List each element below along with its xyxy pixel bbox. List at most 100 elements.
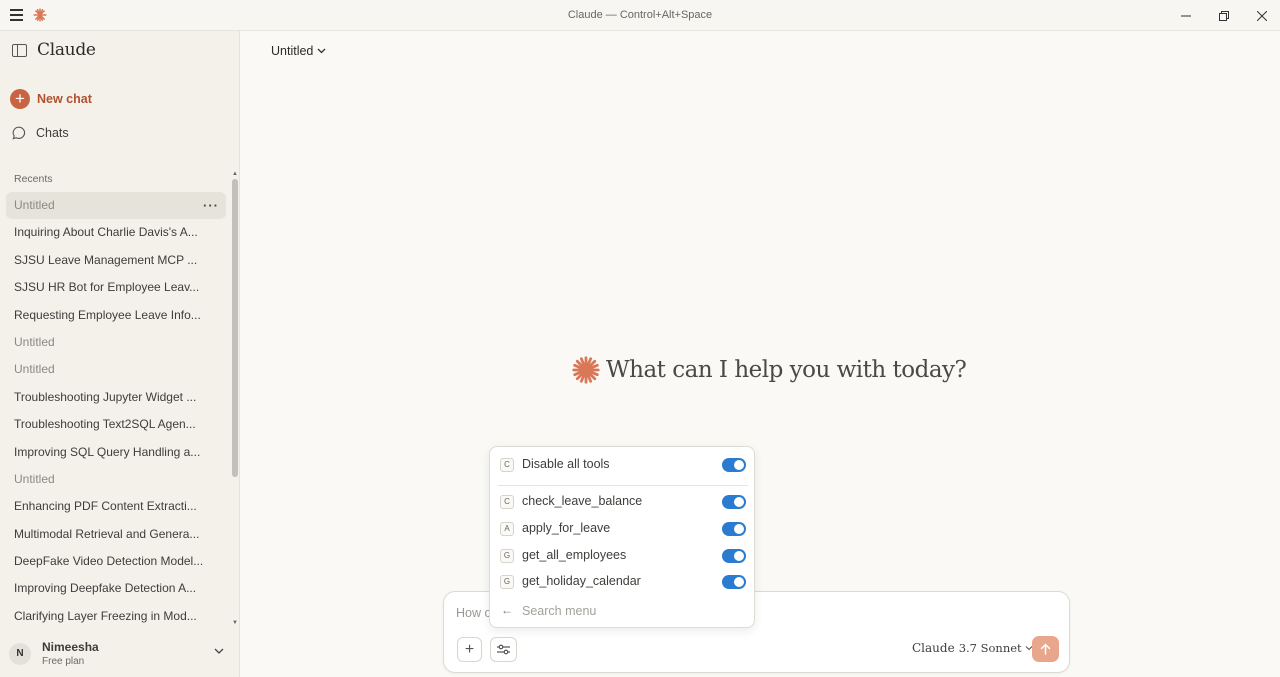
recent-chat-item[interactable]: Untitled ··· (6, 192, 226, 220)
tool-toggle[interactable] (722, 495, 746, 509)
recent-chat-item[interactable]: Inquiring About Charlie Davis's A... (6, 219, 226, 246)
recent-chat-item[interactable]: Improving SQL Query Handling a... (6, 439, 226, 466)
window-title: Claude — Control+Alt+Space (567, 9, 713, 21)
recent-chat-item[interactable]: Untitled (6, 329, 226, 356)
model-selector[interactable]: Claude 3.7 Sonnet (912, 641, 1033, 655)
search-menu-input[interactable] (522, 601, 742, 621)
tool-row[interactable]: Aapply_for_leave (490, 516, 756, 542)
conversation-title-dropdown[interactable]: Untitled (271, 44, 326, 58)
recent-chat-label: SJSU Leave Management MCP ... (14, 252, 198, 267)
back-arrow-icon[interactable]: ← (501, 603, 513, 617)
new-chat-label: New chat (37, 92, 92, 106)
recent-chat-label: Multimodal Retrieval and Genera... (14, 526, 200, 541)
recent-chat-label: Troubleshooting Text2SQL Agen... (14, 417, 196, 432)
close-button[interactable] (1242, 0, 1280, 31)
recent-chat-item[interactable]: Requesting Employee Leave Info... (6, 302, 226, 329)
tool-label: Disable all tools (522, 457, 610, 471)
recent-chat-label: Untitled (14, 362, 55, 377)
recent-chat-item[interactable]: Troubleshooting Jupyter Widget ... (6, 384, 226, 411)
recent-chat-label: DeepFake Video Detection Model... (14, 554, 204, 569)
plus-icon: + (464, 640, 475, 658)
scrollbar-thumb[interactable] (232, 179, 238, 477)
model-version: 3.7 Sonnet (958, 641, 1022, 655)
menu-divider (498, 485, 748, 486)
disable-all-tools-row[interactable]: C Disable all tools (490, 452, 756, 478)
recents-list: Untitled ··· Inquiring About Charlie Davis… (6, 192, 226, 627)
recent-chat-item[interactable]: Improving Deepfake Detection A... (6, 575, 226, 602)
sidebar-toggle-icon[interactable] (12, 44, 27, 57)
tools-menu: ← C Disable all tools Ccheck_leave_balance… (489, 446, 755, 628)
chevron-down-icon (317, 48, 326, 54)
recent-chat-label: Untitled (14, 334, 55, 349)
tool-source-badge: G (500, 575, 514, 589)
recent-chat-item[interactable]: Multimodal Retrieval and Genera... (6, 521, 226, 548)
tool-label: check_leave_balance (522, 494, 643, 508)
new-chat-button[interactable]: + New chat (10, 89, 92, 109)
tool-row[interactable]: Gget_all_employees (490, 543, 756, 569)
add-attachment-button[interactable]: + (457, 637, 482, 662)
tools-settings-button[interactable] (490, 637, 517, 662)
recent-chat-label: Enhancing PDF Content Extracti... (14, 499, 197, 514)
tool-toggle[interactable] (722, 549, 746, 563)
title-bar: Claude — Control+Alt+Space (0, 0, 1280, 31)
close-icon (1257, 10, 1267, 21)
recent-chat-item[interactable]: SJSU Leave Management MCP ... (6, 247, 226, 274)
minimize-icon (1181, 15, 1191, 16)
claude-spark-icon (572, 356, 600, 384)
recent-chat-item[interactable]: Untitled (6, 356, 226, 383)
more-options-icon[interactable]: ··· (203, 192, 219, 219)
menu-search-row: ← (490, 599, 756, 623)
minimize-button[interactable] (1166, 0, 1206, 31)
recent-chat-label: Untitled (14, 471, 55, 486)
restore-icon (1219, 10, 1229, 21)
sidebar: Claude + New chat Chats Recents Untitled… (0, 31, 240, 677)
composer-placeholder[interactable]: How c (456, 606, 491, 620)
tool-label: apply_for_leave (522, 521, 611, 535)
sliders-icon (497, 644, 510, 655)
user-plan: Free plan (42, 656, 85, 667)
recent-chat-item[interactable]: Clarifying Layer Freezing in Mod... (6, 603, 226, 627)
model-name: Claude (912, 641, 955, 655)
greeting: What can I help you with today? (572, 356, 967, 384)
chat-bubble-icon (12, 126, 26, 140)
tool-toggle[interactable] (722, 458, 746, 472)
scroll-down-arrow-icon[interactable]: ▼ (232, 620, 238, 626)
chats-link[interactable]: Chats (12, 126, 69, 140)
tool-source-badge: G (500, 549, 514, 563)
recent-chat-item[interactable]: Troubleshooting Text2SQL Agen... (6, 411, 226, 438)
recent-chat-label: Improving Deepfake Detection A... (14, 581, 197, 596)
tool-toggle[interactable] (722, 522, 746, 536)
recent-chat-item[interactable]: Enhancing PDF Content Extracti... (6, 493, 226, 520)
plus-icon: + (10, 89, 30, 109)
recent-chat-label: Untitled (14, 198, 55, 212)
recent-chat-label: Requesting Employee Leave Info... (14, 307, 201, 322)
avatar: N (9, 643, 31, 665)
tool-label: get_holiday_calendar (522, 574, 641, 588)
recent-chat-item[interactable]: DeepFake Video Detection Model... (6, 548, 226, 575)
arrow-up-icon (1040, 643, 1051, 655)
tool-source-badge: A (500, 522, 514, 536)
scroll-up-arrow-icon[interactable]: ▲ (232, 171, 238, 177)
send-button[interactable] (1032, 636, 1059, 662)
tool-row[interactable]: Gget_holiday_calendar (490, 569, 756, 595)
recent-chat-label: Improving SQL Query Handling a... (14, 444, 201, 459)
recent-chat-label: Troubleshooting Jupyter Widget ... (14, 389, 197, 404)
greeting-text: What can I help you with today? (606, 357, 967, 383)
tool-source-badge: C (500, 458, 514, 472)
recent-chat-item[interactable]: SJSU HR Bot for Employee Leav... (6, 274, 226, 301)
restore-button[interactable] (1204, 0, 1244, 31)
user-name: Nimeesha (42, 640, 99, 654)
tool-source-badge: C (500, 495, 514, 509)
user-account-menu[interactable]: N Nimeesha Free plan (0, 631, 240, 677)
chats-label: Chats (36, 126, 69, 140)
conversation-title: Untitled (271, 44, 314, 58)
recent-chat-item[interactable]: Untitled (6, 466, 226, 493)
chevron-down-icon (214, 648, 224, 654)
recents-heading: Recents (14, 173, 53, 185)
recent-chat-label: SJSU HR Bot for Employee Leav... (14, 280, 200, 295)
tool-row[interactable]: Ccheck_leave_balance (490, 489, 756, 515)
tool-toggle[interactable] (722, 575, 746, 589)
sidebar-scrollbar[interactable]: ▲ ▼ (231, 171, 239, 626)
tool-label: get_all_employees (522, 548, 627, 562)
brand-name: Claude (37, 40, 96, 60)
